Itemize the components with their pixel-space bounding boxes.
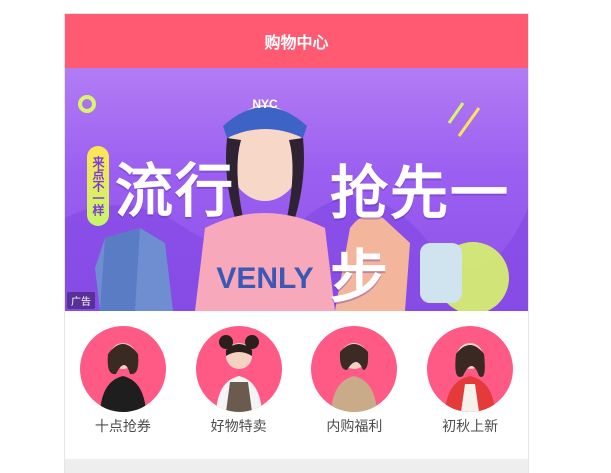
phone-frame: 购物中心 NYC VENLY 来点不一样 流行 抢先一步 广告 十点抢券 好物特… — [65, 14, 528, 473]
category-item[interactable]: 内购福利 — [304, 326, 404, 461]
promo-banner[interactable]: NYC VENLY 来点不一样 流行 抢先一步 广告 — [65, 68, 528, 311]
banner-slogan-right: 抢先一步 — [330, 161, 511, 310]
woman-portrait-icon — [195, 326, 282, 412]
category-item[interactable]: 十点抢券 — [73, 326, 173, 461]
banner-tag: 来点不一样 — [87, 146, 109, 226]
woman-portrait-icon — [79, 326, 166, 412]
shirt-print: VENLY — [216, 262, 313, 295]
category-label: 初秋上新 — [442, 418, 499, 434]
category-label: 好物特卖 — [210, 418, 267, 434]
woman-portrait-icon — [427, 326, 514, 412]
ad-badge: 广告 — [67, 292, 95, 309]
top-header: 购物中心 — [65, 14, 528, 68]
category-label: 内购福利 — [326, 418, 383, 434]
category-row: 十点抢券 好物特卖 内购福利 初秋上新 — [65, 311, 528, 461]
category-label: 十点抢券 — [94, 418, 151, 434]
cap-logo: NYC — [252, 97, 278, 111]
banner-slogan-left: 流行 — [115, 159, 236, 224]
woman-portrait-icon — [311, 326, 398, 412]
category-item[interactable]: 初秋上新 — [420, 326, 520, 461]
page-title: 购物中心 — [264, 35, 329, 52]
category-item[interactable]: 好物特卖 — [189, 326, 289, 461]
section-divider — [65, 459, 528, 473]
